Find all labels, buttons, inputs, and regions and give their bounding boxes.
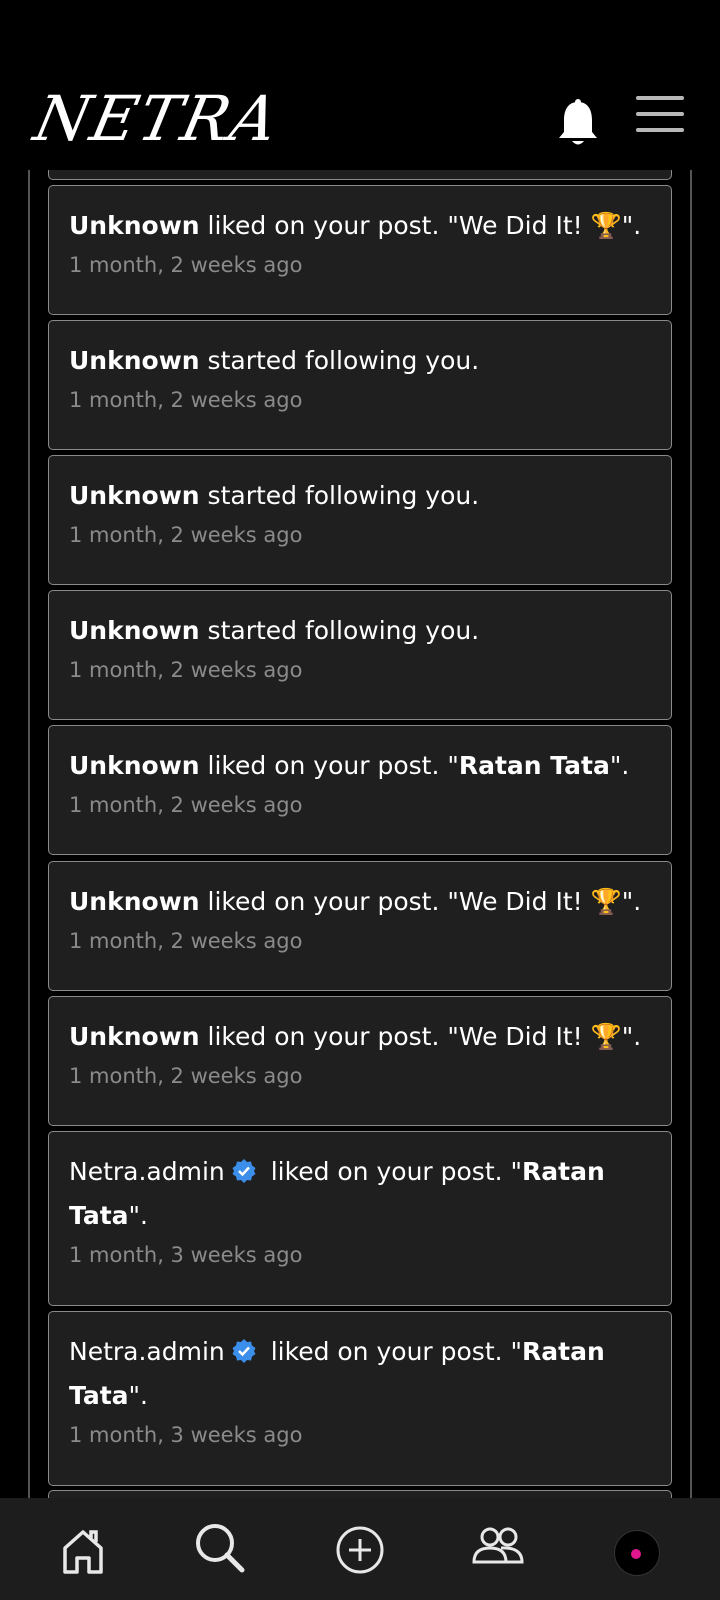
notification-time: 1 month, 2 weeks ago (69, 658, 303, 682)
notification-card[interactable]: Unknown liked on your post. "Ratan Tata"… (48, 725, 672, 855)
notification-time: 1 month, 2 weeks ago (69, 793, 303, 817)
notification-user[interactable]: Netra.admin (69, 1157, 225, 1186)
notification-card[interactable]: Unknown started following you. 1 month, … (48, 455, 672, 585)
home-icon[interactable] (53, 1520, 113, 1580)
notification-message: Netra.admin liked on your post. "Ratan Ta… (69, 1157, 605, 1230)
notification-time: 1 month, 2 weeks ago (69, 523, 303, 547)
notification-user[interactable]: Netra.admin (69, 1337, 225, 1366)
notification-time: 1 month, 2 weeks ago (69, 1064, 303, 1088)
notification-user[interactable]: Unknown (69, 481, 200, 510)
bell-icon[interactable] (556, 98, 600, 148)
notification-card[interactable]: Netra.admin liked on your post. "Ratan Ta… (48, 1311, 672, 1486)
notification-card[interactable]: Unknown started following you. 1 month, … (48, 320, 672, 450)
notification-message: Unknown liked on your post. "We Did It! … (69, 1022, 642, 1051)
notification-user[interactable]: Unknown (69, 751, 200, 780)
notification-time: 1 month, 2 weeks ago (69, 388, 303, 412)
notification-message: Netra.admin liked on your post. "Ratan Ta… (69, 1337, 605, 1410)
netra-logo[interactable]: NETRA (28, 82, 286, 155)
notification-message: Unknown started following you. (69, 346, 480, 375)
notification-message: Unknown liked on your post. "We Did It! … (69, 887, 642, 916)
add-post-icon[interactable] (330, 1520, 390, 1580)
app-header: NETRA (0, 0, 720, 170)
notification-time: 1 month, 3 weeks ago (69, 1423, 303, 1447)
notification-time: 1 month, 2 weeks ago (69, 929, 303, 953)
post-title-cont[interactable]: Tata (69, 1201, 129, 1230)
bottom-navigation (0, 1498, 720, 1600)
verified-badge-icon (232, 1339, 256, 1363)
verified-badge-icon (232, 1159, 256, 1183)
notification-user[interactable]: Unknown (69, 346, 200, 375)
notification-message: Unknown started following you. (69, 481, 480, 510)
notification-card[interactable]: Unknown started following you. 1 month, … (48, 590, 672, 720)
search-icon[interactable] (190, 1520, 250, 1580)
notification-message: Unknown started following you. (69, 616, 480, 645)
post-title-cont[interactable]: Tata (69, 1381, 129, 1410)
post-title[interactable]: Ratan (522, 1157, 605, 1186)
profile-avatar[interactable] (614, 1530, 660, 1576)
notification-message: Unknown liked on your post. "Ratan Tata"… (69, 751, 630, 780)
notification-user[interactable]: Unknown (69, 887, 200, 916)
post-title[interactable]: Ratan Tata (459, 751, 610, 780)
notification-card[interactable]: Unknown liked on your post. "We Did It! … (48, 996, 672, 1126)
notification-message: Unknown liked on your post. "We Did It! … (69, 211, 642, 240)
hamburger-menu-icon[interactable] (636, 96, 684, 134)
notification-card[interactable]: Netra.admin liked on your post. "Ratan Ta… (48, 1131, 672, 1306)
notification-user[interactable]: Unknown (69, 1022, 200, 1051)
notification-user[interactable]: Unknown (69, 616, 200, 645)
notification-time: 1 month, 3 weeks ago (69, 1243, 303, 1267)
notification-time: 1 month, 2 weeks ago (69, 253, 303, 277)
notification-user[interactable]: Unknown (69, 211, 200, 240)
notification-card[interactable]: Unknown liked on your post. "We Did It! … (48, 861, 672, 991)
notification-card[interactable]: Unknown liked on your post. "We Did It! … (48, 185, 672, 315)
people-icon[interactable] (468, 1520, 528, 1580)
post-title[interactable]: Ratan (522, 1337, 605, 1366)
avatar-dot (631, 1549, 641, 1559)
